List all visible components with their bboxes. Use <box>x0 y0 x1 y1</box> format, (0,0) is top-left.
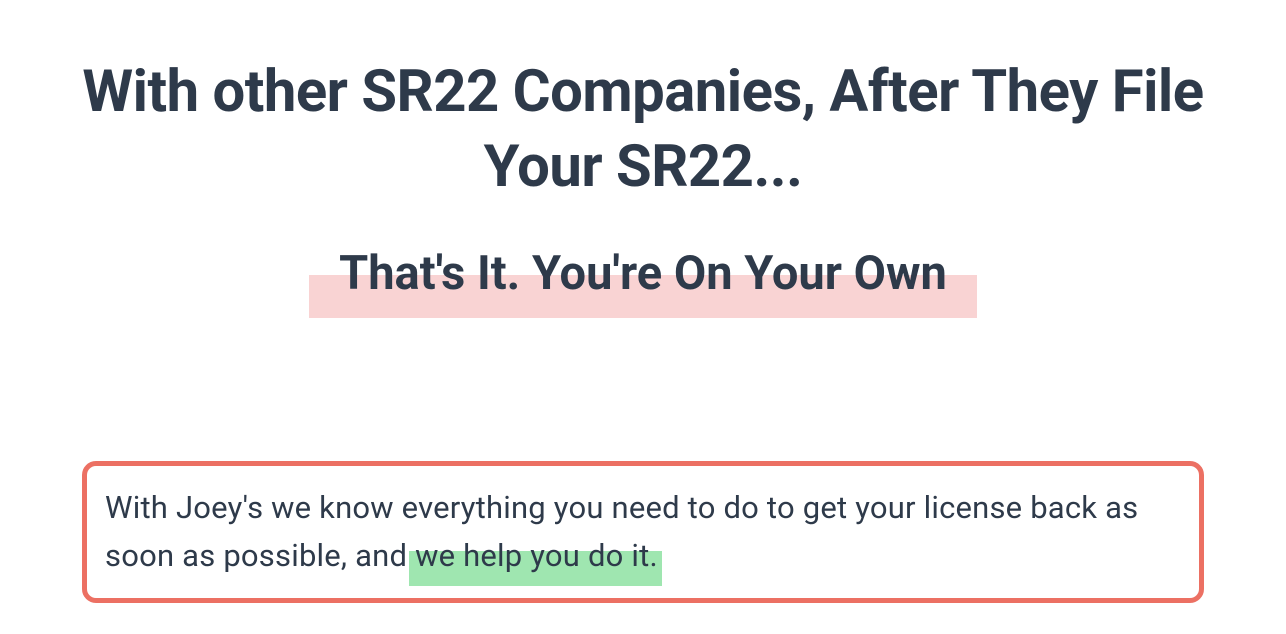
subheading-text: That's It. You're On Your Own <box>309 246 977 306</box>
callout-highlight: we help you do it. <box>415 532 658 580</box>
subheading-wrap: That's It. You're On Your Own <box>80 246 1206 306</box>
callout-box: With Joey's we know everything you need … <box>82 461 1204 603</box>
main-heading: With other SR22 Companies, After They Fi… <box>80 55 1206 206</box>
